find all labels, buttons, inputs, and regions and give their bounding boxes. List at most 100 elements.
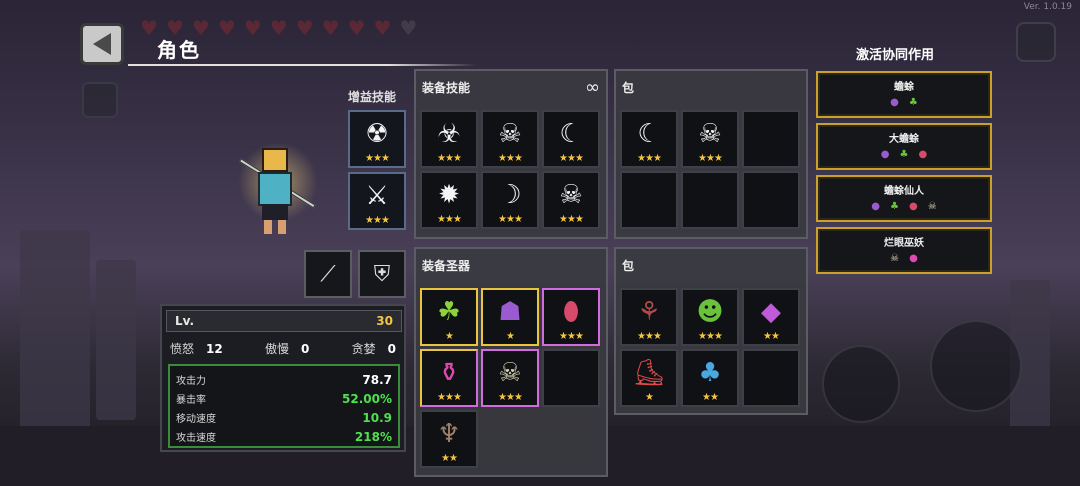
back-button[interactable] xyxy=(80,23,124,65)
character-leg xyxy=(278,220,286,234)
skull-mask-icon: ☠ xyxy=(498,358,522,388)
star-rating: ★★★ xyxy=(559,214,584,225)
pink-potion-icon: ⚱ xyxy=(438,358,460,388)
bg-pillar-left xyxy=(20,230,90,430)
weapon-slot[interactable]: ⛨ xyxy=(358,250,406,298)
equip-skill-slot-scythe[interactable]: ☾ ★★★ xyxy=(542,110,600,168)
synergy-item-icon: ♣ xyxy=(908,97,918,108)
level-value: 30 xyxy=(376,314,393,328)
synergy-item-icon: ♣ xyxy=(899,149,909,160)
bag-relic-slot-thorn-leaf[interactable]: ⚘ ★★★ xyxy=(620,288,678,346)
combat-stat-value: 52.00% xyxy=(342,391,392,406)
star-rating: ★★★ xyxy=(637,331,662,342)
star-rating: ★★★ xyxy=(498,153,523,164)
horned-skull-icon: ☢ xyxy=(365,119,389,149)
crescent-icon: ☽ xyxy=(498,180,522,210)
synergy-icons: ☠ ● xyxy=(818,253,990,264)
equip-relic-slot-skull-mask[interactable]: ☠ ★★★ xyxy=(481,349,539,407)
sin-attributes: 愤怒 12 傲慢 0 贪婪 0 xyxy=(170,340,400,357)
link-icon[interactable]: ∞ xyxy=(585,77,600,98)
bag-relic-slot-red-boot[interactable]: ⛸ ★ xyxy=(620,349,678,407)
bag-skill-slot-empty[interactable] xyxy=(742,110,800,168)
star-rating: ★★ xyxy=(702,392,719,403)
bag-relic-slot-green-mask[interactable]: ☻ ★★★ xyxy=(681,288,739,346)
bg-pillar-mid xyxy=(96,260,136,420)
red-boot-icon: ⛸ xyxy=(632,358,666,388)
bag-skill-slot-scythe[interactable]: ☾ ★★★ xyxy=(620,110,678,168)
synergy-icons: ● ♣ xyxy=(818,97,990,108)
equip-skill-slot-biohazard[interactable]: ☣ ★★★ xyxy=(420,110,478,168)
combat-stat-value: 10.9 xyxy=(362,410,392,425)
skull-dash-icon: ☠ xyxy=(698,119,722,149)
bag-relic-slot-empty[interactable] xyxy=(742,349,800,407)
equip-skill-slot-skull-burst[interactable]: ☠ ★★★ xyxy=(481,110,539,168)
synergy-title: 激活协同作用 xyxy=(856,48,935,63)
green-slime-icon: ☘ xyxy=(437,297,461,327)
synergy-name: 蟾蜍仙人 xyxy=(884,186,924,197)
equip-relic-slot-red-gem[interactable]: ⬮ ★★★ xyxy=(542,288,600,346)
synergy-item-icon: ☠ xyxy=(890,253,900,264)
equip-relic-slot-purple-hood[interactable]: ☗ ★ xyxy=(481,288,539,346)
bag-skill-slot-empty[interactable] xyxy=(620,171,678,229)
version-label: Ver. 1.0.19 xyxy=(1023,2,1072,12)
buff-skill-slot-sword-slash[interactable]: ⚔ ★★★ xyxy=(348,172,406,230)
synergy-card[interactable]: 烂眼巫妖 ☠ ● xyxy=(816,227,992,274)
star-rating: ★★ xyxy=(441,453,458,464)
combat-stat-row: 攻击速度 218% xyxy=(176,427,392,446)
star-rating: ★ xyxy=(445,331,454,342)
combat-stat-value: 78.7 xyxy=(362,372,392,387)
green-mask-icon: ☻ xyxy=(696,297,724,327)
bag-skill-slot-empty[interactable] xyxy=(681,171,739,229)
synergy-card[interactable]: 蟾蜍仙人 ● ♣ ● ☠ xyxy=(816,175,992,222)
scythe-icon: ☾ xyxy=(637,119,661,149)
heart-icon: ♥ xyxy=(295,16,314,40)
title-underline-fade xyxy=(388,64,476,66)
equip-skill-slot-star-burst[interactable]: ✹ ★★★ xyxy=(420,171,478,229)
synergy-name: 大蟾蜍 xyxy=(889,134,919,145)
combat-stat-label: 攻击速度 xyxy=(176,433,216,444)
star-rating: ★★★ xyxy=(637,153,662,164)
equip-relic-slot-pink-potion[interactable]: ⚱ ★★★ xyxy=(420,349,478,407)
star-rating: ★★★ xyxy=(498,214,523,225)
heart-icon: ♥ xyxy=(269,16,288,40)
spear-icon: ⟋ xyxy=(320,261,336,287)
star-rating: ★★★ xyxy=(437,392,462,403)
synergy-name: 烂眼巫妖 xyxy=(884,238,924,249)
equip-relic-slot-green-slime[interactable]: ☘ ★ xyxy=(420,288,478,346)
level-label: Lv. xyxy=(175,314,195,328)
combat-stat-label: 攻击力 xyxy=(176,376,206,387)
synergy-item-icon: ● xyxy=(880,149,890,160)
bag-relic-slot-crystal[interactable]: ◆ ★★ xyxy=(742,288,800,346)
buff-skills-label: 增益技能 xyxy=(348,90,397,104)
synergy-name: 蟾蜍 xyxy=(894,82,914,93)
star-rating: ★★★ xyxy=(437,153,462,164)
character-sprite xyxy=(232,132,328,242)
star-rating: ★★★ xyxy=(437,214,462,225)
combat-stat-label: 暴击率 xyxy=(176,395,206,406)
level-row: Lv. 30 xyxy=(166,310,402,332)
page-title: 角色 xyxy=(157,38,201,62)
skill-bag-title: 包 xyxy=(622,81,635,95)
synergy-item-icon: ● xyxy=(890,97,899,108)
synergy-item-icon: ☠ xyxy=(927,201,937,212)
star-rating: ★★★ xyxy=(559,331,584,342)
synergy-card[interactable]: 蟾蜍 ● ♣ xyxy=(816,71,992,118)
equip-relic-slot-twig-doll[interactable]: ♆ ★★ xyxy=(420,410,478,468)
equip-skill-slot-crescent[interactable]: ☽ ★★★ xyxy=(481,171,539,229)
purple-hood-icon: ☗ xyxy=(498,297,522,327)
heart-icon: ♥ xyxy=(140,16,158,40)
bg-attack-button xyxy=(822,345,900,423)
bag-skill-slot-skull-dash[interactable]: ☠ ★★★ xyxy=(681,110,739,168)
star-rating: ★★★ xyxy=(365,153,390,164)
buff-skill-slot-horned-skull[interactable]: ☢ ★★★ xyxy=(348,110,406,168)
blue-mushroom-icon: ♣ xyxy=(698,358,722,388)
inventory-icon xyxy=(82,82,118,118)
bag-relic-slot-blue-mushroom[interactable]: ♣ ★★ xyxy=(681,349,739,407)
synergy-card[interactable]: 大蟾蜍 ● ♣ ● xyxy=(816,123,992,170)
weapon-slot[interactable]: ⟋ xyxy=(304,250,352,298)
equip-skill-slot-skull-dash[interactable]: ☠ ★★★ xyxy=(542,171,600,229)
crystal-icon: ◆ xyxy=(761,297,781,327)
bag-skill-slot-empty[interactable] xyxy=(742,171,800,229)
combat-stat-row: 暴击率 52.00% xyxy=(176,389,392,408)
equip-relic-slot-empty[interactable] xyxy=(542,349,600,407)
